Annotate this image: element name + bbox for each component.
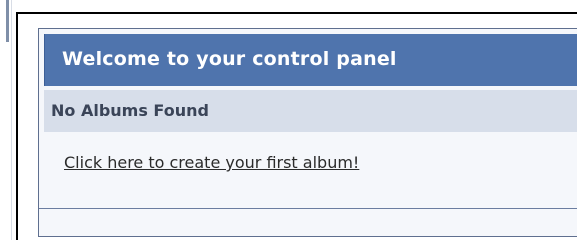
left-edge-marker — [6, 0, 9, 42]
control-panel: Welcome to your control panel No Albums … — [38, 28, 577, 237]
screenshot-stage: Welcome to your control panel No Albums … — [0, 0, 577, 240]
left-window-edge — [0, 0, 12, 240]
control-panel-title: Welcome to your control panel — [62, 48, 397, 70]
control-panel-header: Welcome to your control panel — [44, 34, 577, 86]
no-albums-status: No Albums Found — [51, 101, 209, 120]
create-first-album-link[interactable]: Click here to create your first album! — [64, 153, 359, 172]
create-album-row: Click here to create your first album! — [44, 132, 577, 198]
albums-status-row: No Albums Found — [44, 90, 577, 132]
left-edge-divider — [11, 0, 12, 240]
panel-bottom-divider — [39, 208, 577, 209]
